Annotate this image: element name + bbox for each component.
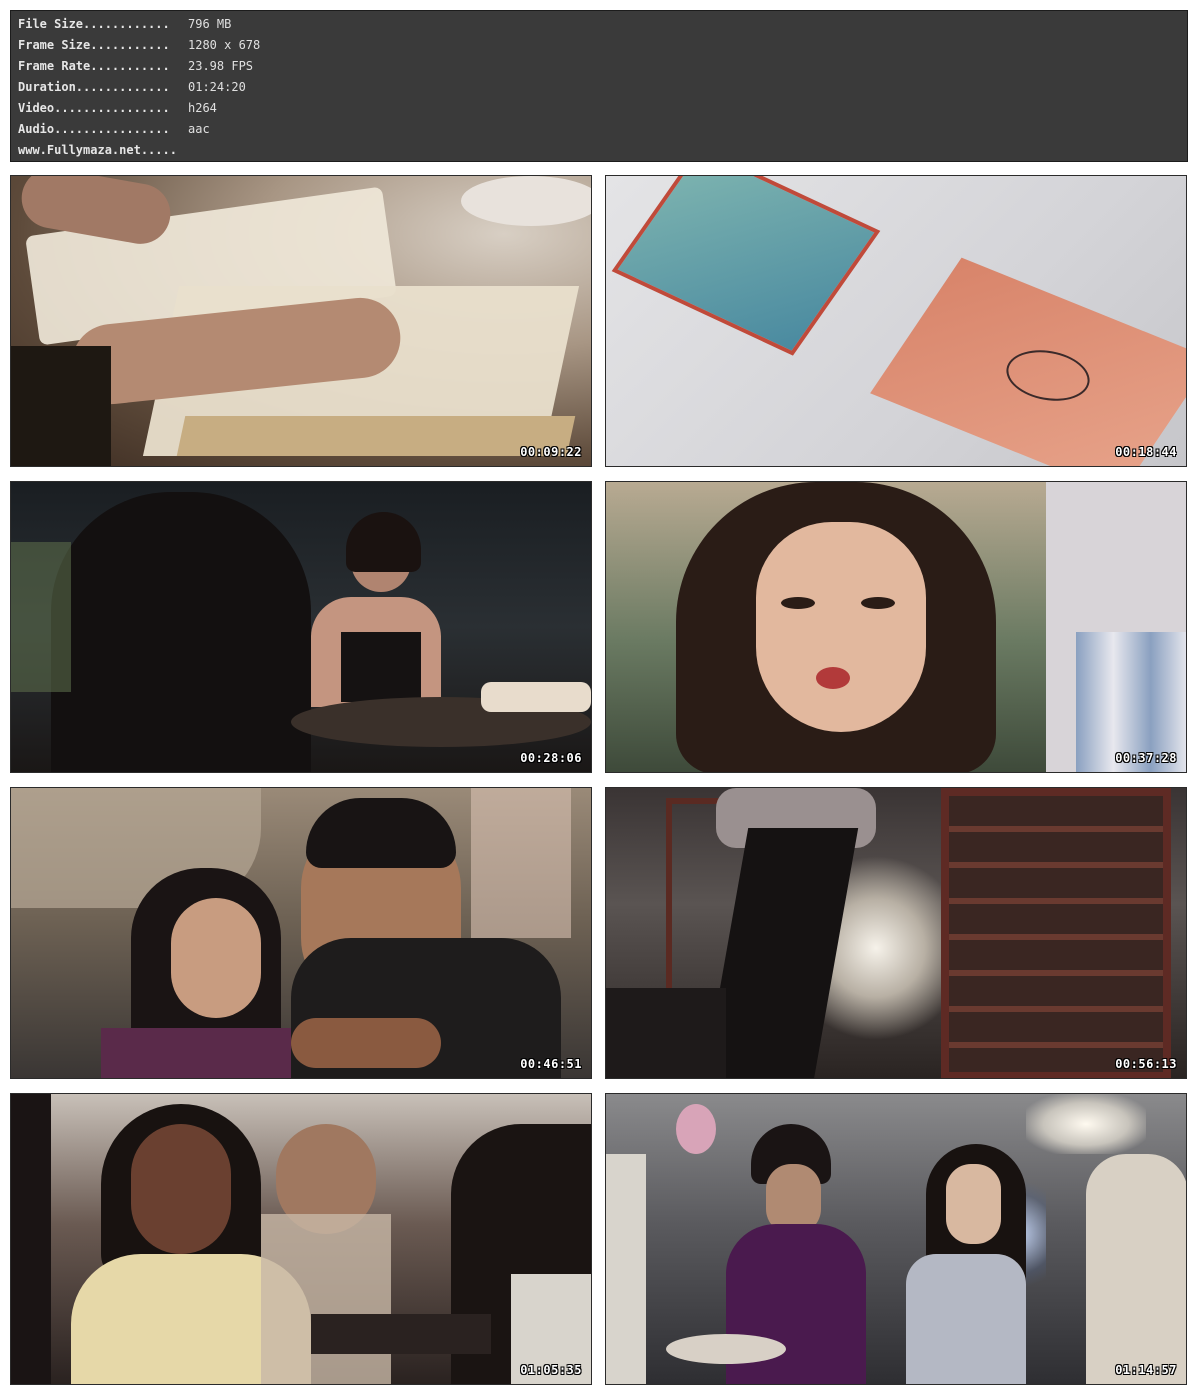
- info-row-audio: Audio................ aac: [18, 119, 210, 139]
- thumbnail-frame: 00:09:22: [10, 175, 592, 467]
- thumbnail-frame: 01:14:57: [605, 1093, 1187, 1385]
- thumbnail-frame: 00:28:06: [10, 481, 592, 773]
- website-label: www.Fullymaza.net.....: [18, 143, 177, 157]
- scene-image: [606, 1094, 1186, 1384]
- info-label: Duration.............: [18, 80, 170, 94]
- info-row-frame-size: Frame Size........... 1280 x 678: [18, 35, 260, 55]
- info-row-file-size: File Size............ 796 MB: [18, 14, 231, 34]
- info-value: 01:24:20: [188, 80, 246, 94]
- timestamp-label: 00:18:44: [1115, 445, 1177, 459]
- timestamp-label: 00:28:06: [520, 751, 582, 765]
- thumbnail-frame: 00:37:28: [605, 481, 1187, 773]
- info-row-frame-rate: Frame Rate........... 23.98 FPS: [18, 56, 253, 76]
- thumbnail-frame: 00:46:51: [10, 787, 592, 1079]
- info-value: 796 MB: [188, 17, 232, 31]
- timestamp-label: 00:56:13: [1115, 1057, 1177, 1071]
- info-label: Frame Rate...........: [18, 59, 170, 73]
- scene-image: [11, 176, 591, 466]
- info-label: Frame Size...........: [18, 38, 170, 52]
- info-row-video: Video................ h264: [18, 98, 217, 118]
- scene-image: [11, 1094, 591, 1384]
- thumbnail-frame: 00:56:13: [605, 787, 1187, 1079]
- info-value: h264: [188, 101, 217, 115]
- info-label: File Size............: [18, 17, 170, 31]
- info-row-duration: Duration............. 01:24:20: [18, 77, 246, 97]
- scene-image: [606, 482, 1186, 772]
- timestamp-label: 00:09:22: [520, 445, 582, 459]
- timestamp-label: 01:14:57: [1115, 1363, 1177, 1377]
- info-value: 23.98 FPS: [188, 59, 254, 73]
- info-label: Audio................: [18, 122, 170, 136]
- scene-image: [606, 788, 1186, 1078]
- timestamp-label: 00:37:28: [1115, 751, 1177, 765]
- info-label: Video................: [18, 101, 170, 115]
- scene-image: [11, 788, 591, 1078]
- timestamp-label: 01:05:35: [520, 1363, 582, 1377]
- info-value: aac: [188, 122, 210, 136]
- scene-image: [606, 176, 1186, 466]
- timestamp-label: 00:46:51: [520, 1057, 582, 1071]
- thumbnail-frame: 00:18:44: [605, 175, 1187, 467]
- media-info-panel: File Size............ 796 MB Frame Size..…: [10, 10, 1188, 162]
- info-value: 1280 x 678: [188, 38, 261, 52]
- thumbnail-frame: 01:05:35: [10, 1093, 592, 1385]
- scene-image: [11, 482, 591, 772]
